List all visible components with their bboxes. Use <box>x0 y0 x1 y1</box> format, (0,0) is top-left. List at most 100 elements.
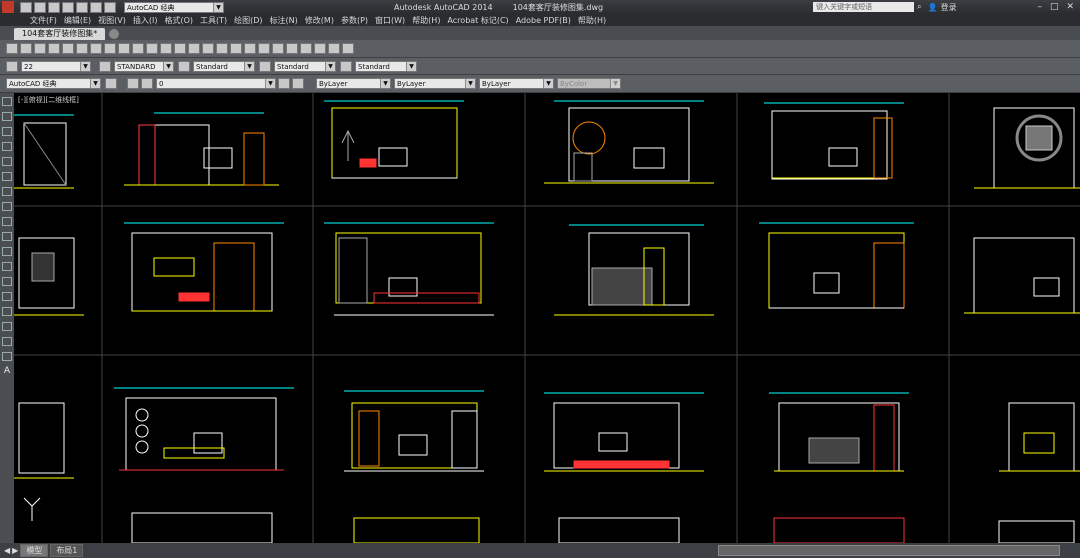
new-icon[interactable] <box>20 1 32 13</box>
mleader-style-icon[interactable] <box>340 60 352 72</box>
save-icon[interactable] <box>48 43 60 54</box>
redo-icon[interactable] <box>104 1 116 13</box>
publish-icon[interactable] <box>90 43 102 54</box>
xline-tool-icon[interactable] <box>2 112 12 121</box>
zoom-realtime-icon[interactable] <box>216 43 228 54</box>
tab-nav-next-icon[interactable]: ▶ <box>12 546 18 555</box>
new-icon[interactable] <box>6 43 18 54</box>
text-style-combo[interactable]: STANDARD ▼ <box>114 60 174 72</box>
text-icon[interactable] <box>6 60 18 72</box>
horizontal-scrollbar[interactable] <box>718 545 1060 556</box>
plotstyle-combo[interactable]: ByColor ▼ <box>557 78 621 89</box>
menu-parametric[interactable]: 参数(P) <box>341 15 375 26</box>
polyline-tool-icon[interactable] <box>2 127 12 136</box>
text-style-icon[interactable] <box>99 60 111 72</box>
line-tool-icon[interactable] <box>2 97 12 106</box>
zoom-previous-icon[interactable] <box>244 43 256 54</box>
layer-properties-icon[interactable] <box>127 78 139 89</box>
calculator-icon[interactable] <box>328 43 340 54</box>
menu-modify[interactable]: 修改(M) <box>305 15 341 26</box>
lineweight-combo[interactable]: ByLayer ▼ <box>479 78 554 89</box>
plot-icon[interactable] <box>62 43 74 54</box>
layer-combo[interactable]: 0 ▼ <box>156 78 276 89</box>
saveas-icon[interactable] <box>62 1 74 13</box>
layer-state-icon[interactable] <box>141 78 153 89</box>
menu-window[interactable]: 窗口(W) <box>375 15 412 26</box>
open-icon[interactable] <box>34 43 46 54</box>
dim-style-combo[interactable]: Standard ▼ <box>193 60 255 72</box>
menu-format[interactable]: 格式(O) <box>164 15 200 26</box>
make-current-icon[interactable] <box>278 78 290 89</box>
drawing-canvas[interactable]: [-][俯视][二维线框] <box>14 93 1080 543</box>
save-icon[interactable] <box>48 1 60 13</box>
app-logo-icon[interactable] <box>2 1 14 13</box>
preview-icon[interactable] <box>76 43 88 54</box>
spline-tool-icon[interactable] <box>2 217 12 226</box>
workspace-combo-2[interactable]: AutoCAD 经典 ▼ <box>6 78 101 89</box>
circle-tool-icon[interactable] <box>2 187 12 196</box>
rectangle-tool-icon[interactable] <box>2 157 12 166</box>
tab-nav-prev-icon[interactable]: ◀ <box>4 546 10 555</box>
color-combo[interactable]: ByLayer ▼ <box>316 78 391 89</box>
table-tool-icon[interactable] <box>2 352 12 361</box>
user-icon[interactable]: 👤 <box>928 3 938 12</box>
tab-layout1[interactable]: 布局1 <box>50 544 84 557</box>
gradient-tool-icon[interactable] <box>2 322 12 331</box>
menu-acrobat[interactable]: Acrobat 标记(C) <box>447 15 515 26</box>
help-icon[interactable] <box>342 43 354 54</box>
close-button[interactable]: ✕ <box>1066 2 1074 12</box>
make-block-tool-icon[interactable] <box>2 277 12 286</box>
menu-help[interactable]: 帮助(H) <box>412 15 447 26</box>
properties-icon[interactable] <box>258 43 270 54</box>
workspace-combo[interactable]: AutoCAD 经典 ▼ <box>124 1 224 13</box>
search-input[interactable]: 键入关键字或短语 <box>813 2 915 12</box>
redo-icon[interactable] <box>188 43 200 54</box>
hatch-tool-icon[interactable] <box>2 307 12 316</box>
mleader-style-combo[interactable]: Standard ▼ <box>355 60 417 72</box>
zoom-window-icon[interactable] <box>230 43 242 54</box>
search-icon[interactable]: ⌕ <box>917 2 921 12</box>
tool-palettes-icon[interactable] <box>286 43 298 54</box>
text-height-combo[interactable]: 22 ▼ <box>21 60 91 72</box>
menu-help-2[interactable]: 帮助(H) <box>578 15 613 26</box>
print-icon[interactable] <box>76 1 88 13</box>
layer-previous-icon[interactable] <box>292 78 304 89</box>
polygon-tool-icon[interactable] <box>2 142 12 151</box>
tab-model[interactable]: 模型 <box>20 544 49 557</box>
region-tool-icon[interactable] <box>2 337 12 346</box>
table-style-icon[interactable] <box>259 60 271 72</box>
document-tab[interactable]: 104套客厅装修图集* <box>14 28 106 40</box>
menu-edit[interactable]: 编辑(E) <box>64 15 98 26</box>
quick-access-icons[interactable] <box>18 1 116 13</box>
pan-icon[interactable] <box>202 43 214 54</box>
design-center-icon[interactable] <box>272 43 284 54</box>
minimize-button[interactable]: – <box>1037 2 1042 12</box>
ellipse-tool-icon[interactable] <box>2 232 12 241</box>
login-button[interactable]: 登录 <box>941 2 957 13</box>
insert-block-tool-icon[interactable] <box>2 262 12 271</box>
gear-icon[interactable] <box>105 78 117 89</box>
undo-icon[interactable] <box>90 1 102 13</box>
match-prop-icon[interactable] <box>146 43 158 54</box>
qnew-icon[interactable] <box>20 43 32 54</box>
dim-style-icon[interactable] <box>178 60 190 72</box>
markup-icon[interactable] <box>314 43 326 54</box>
arc-tool-icon[interactable] <box>2 172 12 181</box>
open-icon[interactable] <box>34 1 46 13</box>
mtext-tool-icon[interactable]: A <box>2 367 12 376</box>
ellipse-arc-tool-icon[interactable] <box>2 247 12 256</box>
cut-icon[interactable] <box>104 43 116 54</box>
sheet-set-icon[interactable] <box>300 43 312 54</box>
maximize-button[interactable]: □ <box>1050 2 1059 12</box>
menu-file[interactable]: 文件(F) <box>30 15 64 26</box>
menu-insert[interactable]: 插入(I) <box>133 15 165 26</box>
linetype-combo[interactable]: ByLayer ▼ <box>394 78 476 89</box>
menu-tools[interactable]: 工具(T) <box>200 15 234 26</box>
table-style-combo[interactable]: Standard ▼ <box>274 60 336 72</box>
menu-view[interactable]: 视图(V) <box>98 15 133 26</box>
block-editor-icon[interactable] <box>160 43 172 54</box>
point-tool-icon[interactable] <box>2 292 12 301</box>
paste-icon[interactable] <box>132 43 144 54</box>
copy-icon[interactable] <box>118 43 130 54</box>
revcloud-tool-icon[interactable] <box>2 202 12 211</box>
